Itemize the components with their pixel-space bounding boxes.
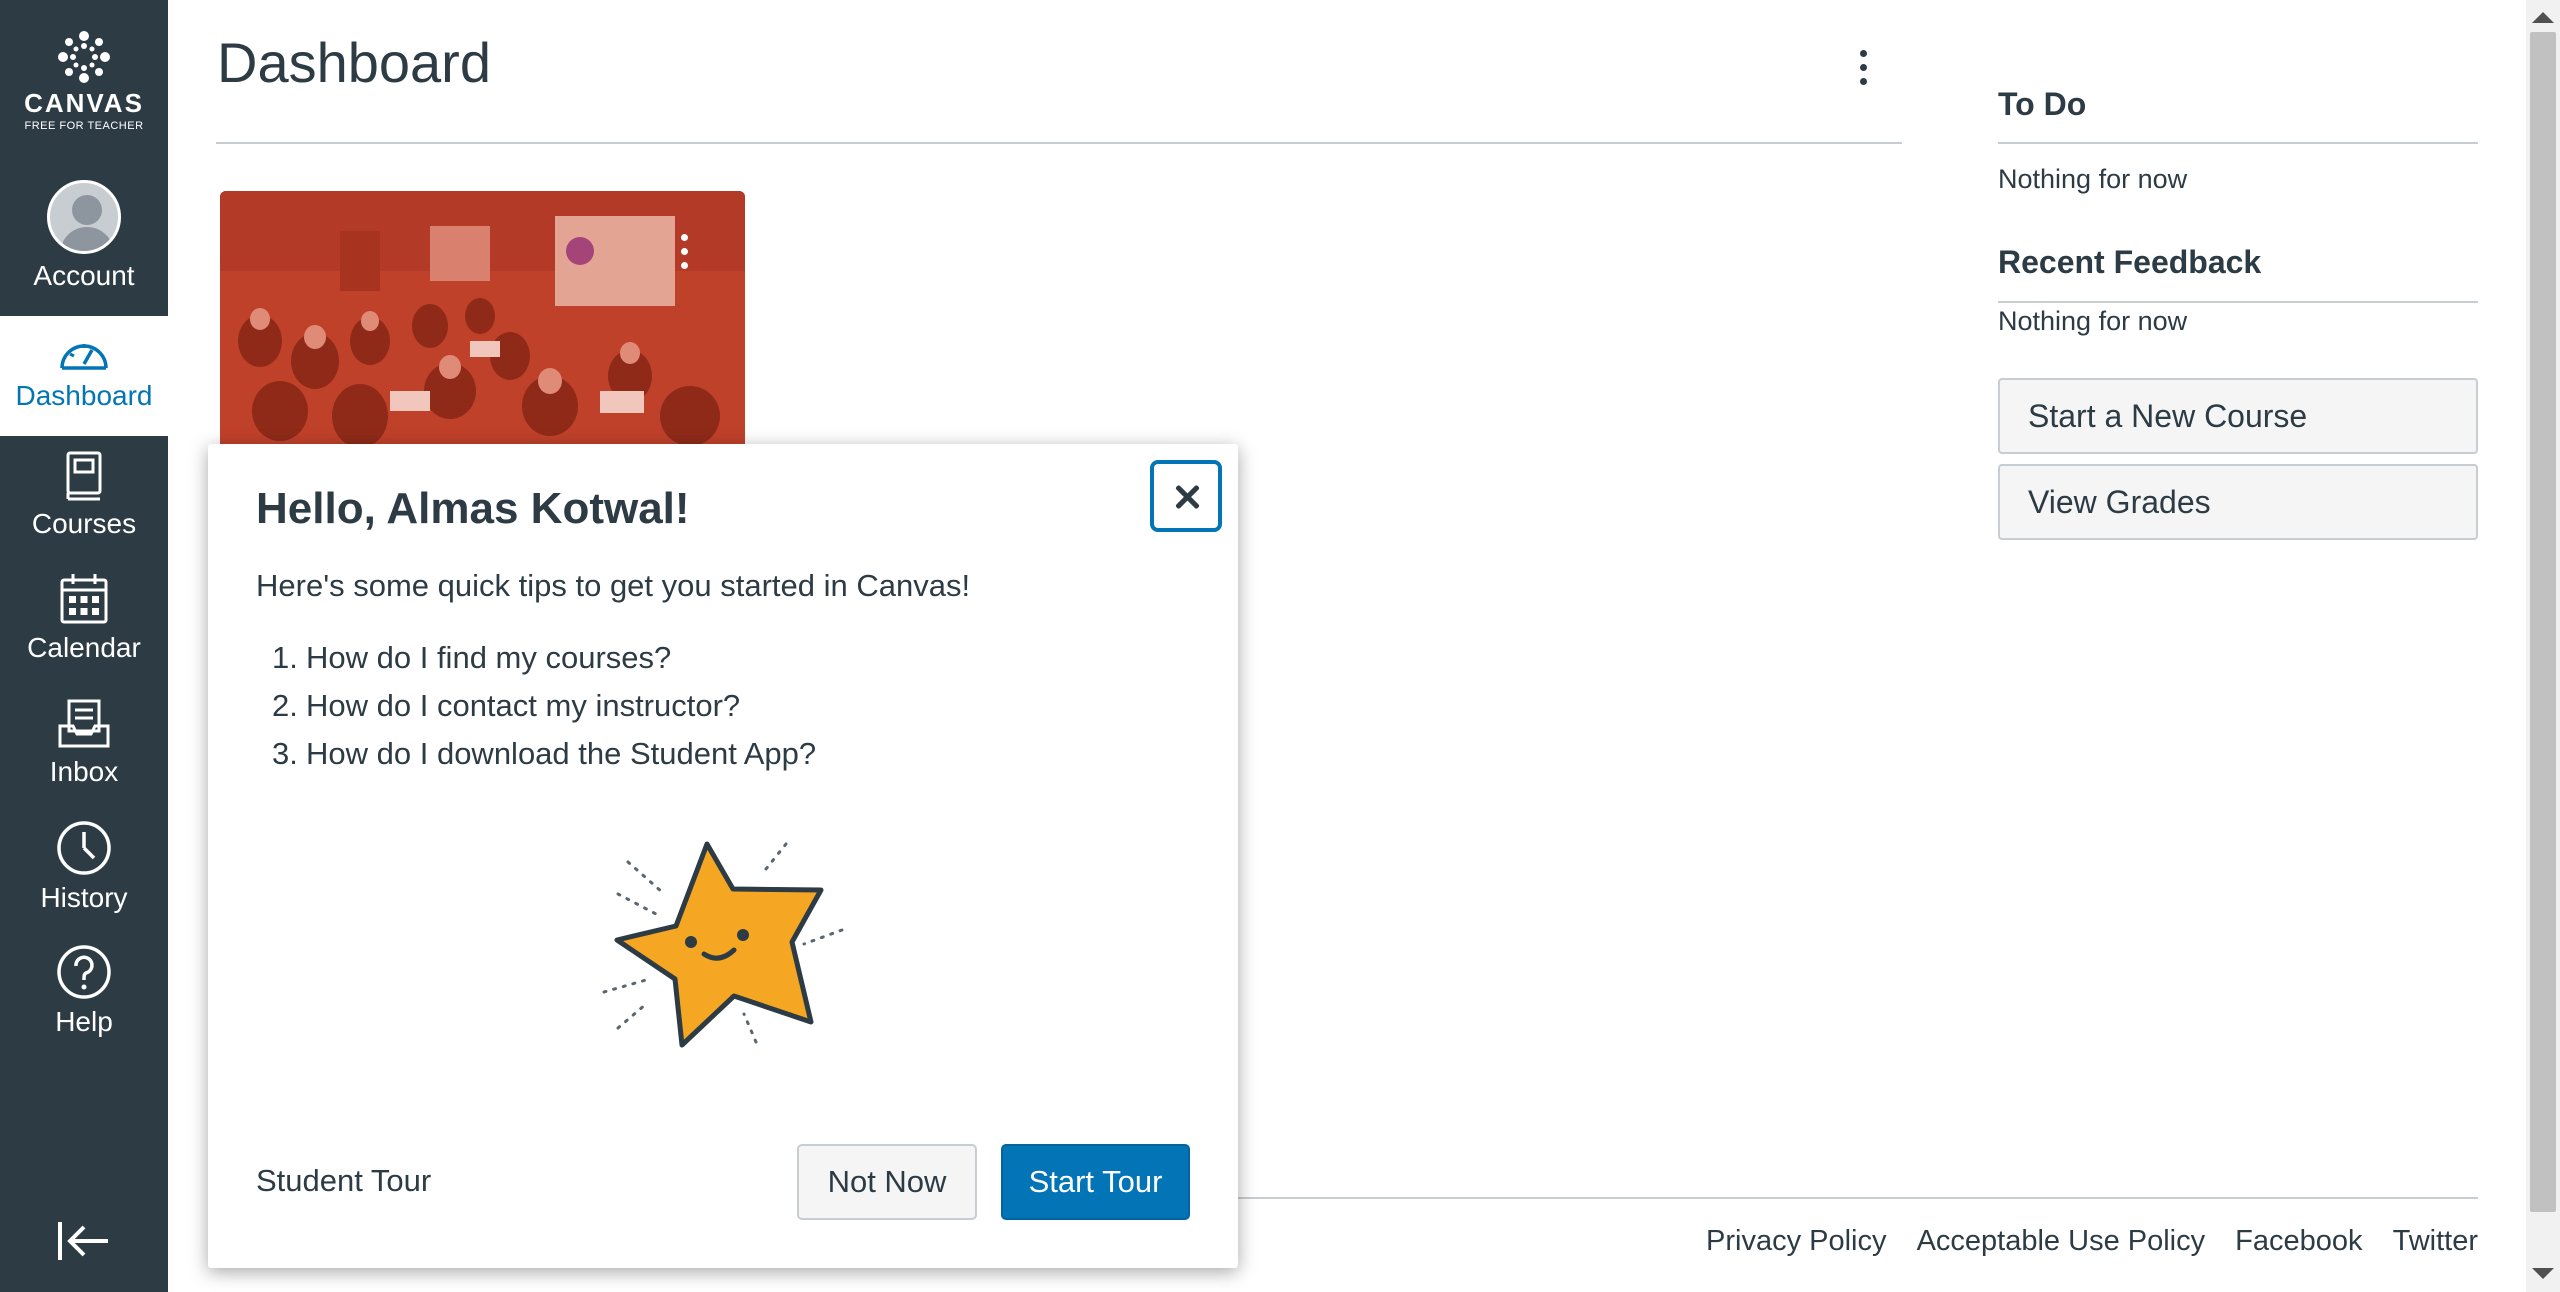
scrollbar-thumb[interactable] [2530, 32, 2556, 1212]
collapse-nav-icon[interactable] [56, 1218, 112, 1264]
start-tour-button[interactable]: Start Tour [1001, 1144, 1190, 1220]
nav-help[interactable]: Help [0, 938, 168, 1058]
nav-courses-label: Courses [31, 508, 137, 539]
brand-name: CANVAS [24, 88, 144, 118]
global-nav: CANVAS FREE FOR TEACHER Account Dashboar… [0, 0, 168, 1292]
tour-tip-item[interactable]: 2. How do I contact my instructor? [272, 686, 816, 734]
course-card-image [220, 191, 745, 451]
course-card-options-icon[interactable] [672, 230, 696, 280]
nav-history[interactable]: History [0, 814, 168, 934]
scroll-up-arrow-icon[interactable] [2532, 12, 2554, 23]
history-icon [57, 821, 111, 875]
nav-calendar[interactable]: Calendar [0, 564, 168, 684]
course-card[interactable] [220, 191, 745, 451]
scroll-down-arrow-icon[interactable] [2532, 1268, 2554, 1279]
tour-greeting: Hello, Almas Kotwal! [256, 484, 690, 533]
title-divider [216, 142, 1902, 144]
privacy-policy-link[interactable]: Privacy Policy [1706, 1225, 1887, 1257]
nav-inbox[interactable]: Inbox [0, 690, 168, 810]
canvas-logo-icon [58, 31, 110, 83]
canvas-app: CANVAS FREE FOR TEACHER Account Dashboar… [0, 0, 2560, 1292]
not-now-button[interactable]: Not Now [797, 1144, 977, 1220]
start-new-course-button[interactable]: Start a New Course [1998, 378, 2478, 454]
nav-account-label: Account [33, 260, 135, 291]
nav-history-label: History [40, 882, 128, 913]
footer-links: Privacy Policy Acceptable Use Policy Fac… [1684, 1225, 2478, 1258]
footer-divider [1236, 1197, 2478, 1199]
student-tour-label: Student Tour [256, 1163, 432, 1198]
calendar-icon [60, 574, 108, 624]
nav-dashboard[interactable]: Dashboard [0, 316, 168, 436]
acceptable-use-policy-link[interactable]: Acceptable Use Policy [1917, 1225, 2206, 1257]
nav-dashboard-label: Dashboard [15, 380, 153, 411]
courses-icon [66, 451, 102, 501]
view-grades-button[interactable]: View Grades [1998, 464, 2478, 540]
canvas-logo[interactable]: CANVAS FREE FOR TEACHER [0, 30, 168, 132]
tour-tip-item[interactable]: 1. How do I find my courses? [272, 638, 816, 686]
nav-help-label: Help [55, 1006, 113, 1037]
dashboard-icon [60, 344, 108, 370]
nav-account[interactable]: Account [0, 180, 168, 300]
inbox-icon [58, 699, 110, 748]
todo-heading: To Do [1998, 86, 2087, 122]
avatar-icon [47, 180, 121, 254]
twitter-link[interactable]: Twitter [2393, 1225, 2478, 1257]
nav-calendar-label: Calendar [27, 632, 141, 663]
feedback-empty-text: Nothing for now [1998, 306, 2188, 336]
tour-tip-item[interactable]: 3. How do I download the Student App? [272, 734, 816, 782]
page-title: Dashboard [217, 31, 491, 94]
recent-feedback-heading: Recent Feedback [1998, 244, 2262, 280]
todo-empty-text: Nothing for now [1998, 164, 2188, 194]
nav-courses[interactable]: Courses [0, 440, 168, 560]
smiling-star-icon [602, 841, 844, 1048]
brand-subtitle: FREE FOR TEACHER [24, 120, 144, 132]
help-icon [57, 945, 111, 999]
tour-intro-text: Here's some quick tips to get you starte… [256, 568, 971, 603]
feedback-divider [1998, 301, 2478, 303]
facebook-link[interactable]: Facebook [2235, 1225, 2362, 1257]
tour-tips-list: 1. How do I find my courses? 2. How do I c… [272, 638, 816, 782]
close-dialog-button[interactable] [1150, 460, 1222, 532]
todo-divider [1998, 142, 2478, 144]
nav-inbox-label: Inbox [49, 756, 119, 787]
dashboard-options-icon[interactable] [1846, 46, 1880, 96]
